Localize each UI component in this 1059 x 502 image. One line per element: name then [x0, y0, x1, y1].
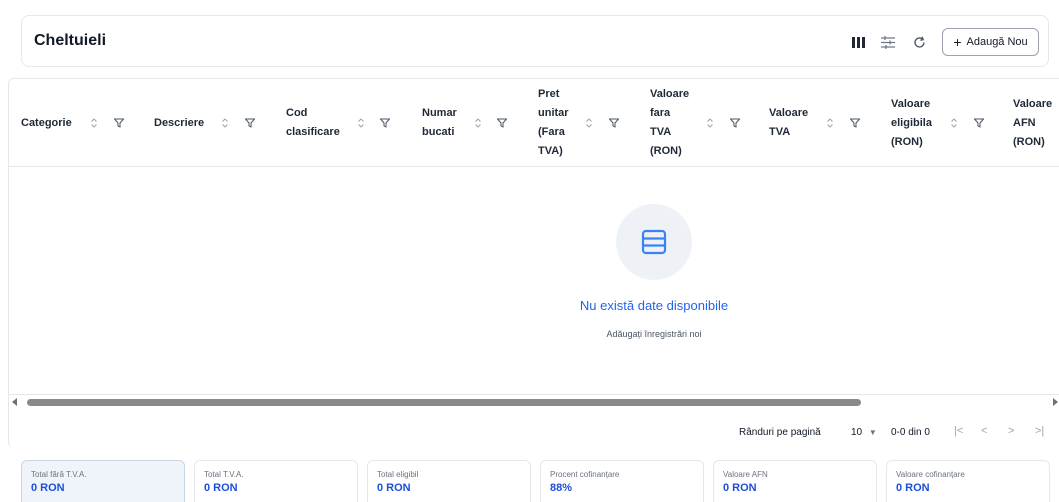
column-header-cod-clasificare[interactable]: Cod clasificare: [286, 79, 340, 167]
sort-icon[interactable]: [474, 117, 482, 129]
column-label: Valoare eligibila (RON): [891, 97, 932, 148]
column-label: Categorie: [21, 116, 72, 129]
summary-value: 0 RON: [377, 482, 411, 494]
column-header-pret-unitar[interactable]: Pret unitar (Fara TVA): [538, 79, 569, 167]
filter-icon[interactable]: [497, 118, 507, 128]
sort-icon[interactable]: [357, 117, 365, 129]
column-label: Valoare fara TVA (RON): [650, 88, 690, 157]
add-new-button-label: Adaugă Nou: [966, 36, 1028, 48]
sort-icon[interactable]: [90, 117, 98, 129]
previous-page-icon[interactable]: <: [981, 425, 987, 437]
column-label: Valoare TVA: [769, 107, 809, 138]
filter-icon[interactable]: [245, 118, 255, 128]
summary-label: Total eligibil: [377, 470, 419, 479]
column-header-numar-bucati[interactable]: Numar bucati: [422, 79, 457, 167]
add-new-button[interactable]: + Adaugă Nou: [942, 28, 1039, 56]
filter-icon[interactable]: [850, 118, 860, 128]
column-header-valoare-eligibila[interactable]: Valoare eligibila (RON): [891, 79, 932, 167]
rows-per-page-value: 10: [851, 427, 863, 438]
filter-icon[interactable]: [609, 118, 619, 128]
sort-icon[interactable]: [585, 117, 593, 129]
empty-state-subtitle: Adăugați înregistrări noi: [606, 329, 702, 339]
dropdown-caret-icon: ▼: [868, 428, 877, 437]
scroll-left-arrow-icon[interactable]: [12, 398, 17, 406]
sort-icon[interactable]: [826, 117, 834, 129]
summary-value: 0 RON: [204, 482, 238, 494]
density-icon[interactable]: [878, 32, 898, 52]
pagination-range: 0-0 din 0: [891, 427, 930, 438]
refresh-icon[interactable]: [909, 32, 929, 52]
summary-label: Total T.V.A.: [204, 470, 244, 479]
data-table: Categorie Descriere Cod clasificare Numar…: [8, 78, 1059, 448]
page-title: Cheltuieli: [34, 32, 107, 49]
page-header: Cheltuieli + Adaugă Nou: [21, 15, 1049, 67]
summary-card-valoare-afn[interactable]: Valoare AFN 0 RON: [713, 460, 877, 502]
summary-value: 0 RON: [723, 482, 757, 494]
summary-value: 0 RON: [896, 482, 930, 494]
last-page-icon[interactable]: >|: [1035, 425, 1044, 437]
sort-icon[interactable]: [221, 117, 229, 129]
empty-state-icon-circle: [616, 204, 692, 280]
filter-icon[interactable]: [730, 118, 740, 128]
summary-label: Valoare AFN: [723, 470, 768, 479]
column-label: Valoare AFN (RON): [1013, 97, 1053, 148]
sort-icon[interactable]: [950, 117, 958, 129]
sort-icon[interactable]: [706, 117, 714, 129]
summary-card-total-fara-tva[interactable]: Total fără T.V.A. 0 RON: [21, 460, 185, 502]
column-label: Pret unitar (Fara TVA): [538, 88, 569, 157]
plus-icon: +: [953, 34, 962, 50]
column-header-descriere[interactable]: Descriere: [154, 79, 204, 167]
rows-per-page-label: Rânduri pe pagină: [739, 427, 821, 438]
summary-value: 88%: [550, 482, 573, 494]
column-header-valoare-afn[interactable]: Valoare AFN (RON): [1013, 79, 1052, 167]
column-label: Cod clasificare: [286, 107, 340, 138]
summary-label: Total fără T.V.A.: [31, 470, 87, 479]
rows-per-page-select[interactable]: 10 ▼: [851, 427, 877, 438]
summary-value: 0 RON: [31, 482, 65, 494]
first-page-icon[interactable]: |<: [954, 425, 963, 437]
summary-card-valoare-cofinantare[interactable]: Valoare cofinanțare 0 RON: [886, 460, 1050, 502]
horizontal-scrollbar-thumb[interactable]: [27, 399, 861, 406]
table-icon: [641, 229, 667, 255]
columns-icon[interactable]: [848, 32, 868, 52]
filter-icon[interactable]: [114, 118, 124, 128]
summary-card-total-tva[interactable]: Total T.V.A. 0 RON: [194, 460, 358, 502]
summary-label: Valoare cofinanțare: [896, 470, 965, 479]
column-label: Numar bucati: [422, 107, 457, 138]
column-header-categorie[interactable]: Categorie: [21, 79, 72, 167]
summary-card-total-eligibil[interactable]: Total eligibil 0 RON: [367, 460, 531, 502]
scrollbar-track: [9, 394, 1059, 395]
column-label: Descriere: [154, 116, 205, 129]
next-page-icon[interactable]: >: [1008, 425, 1014, 437]
column-header-valoare-fara-tva[interactable]: Valoare fara TVA (RON): [650, 79, 689, 167]
scroll-right-arrow-icon[interactable]: [1053, 398, 1058, 406]
column-header-valoare-tva[interactable]: Valoare TVA: [769, 79, 808, 167]
filter-icon[interactable]: [974, 118, 984, 128]
table-header: Categorie Descriere Cod clasificare Numar…: [9, 79, 1059, 167]
summary-label: Procent cofinanțare: [550, 470, 620, 479]
summary-card-procent-cofinantare[interactable]: Procent cofinanțare 88%: [540, 460, 704, 502]
empty-state-title: Nu există date disponibile: [579, 298, 729, 313]
filter-icon[interactable]: [380, 118, 390, 128]
